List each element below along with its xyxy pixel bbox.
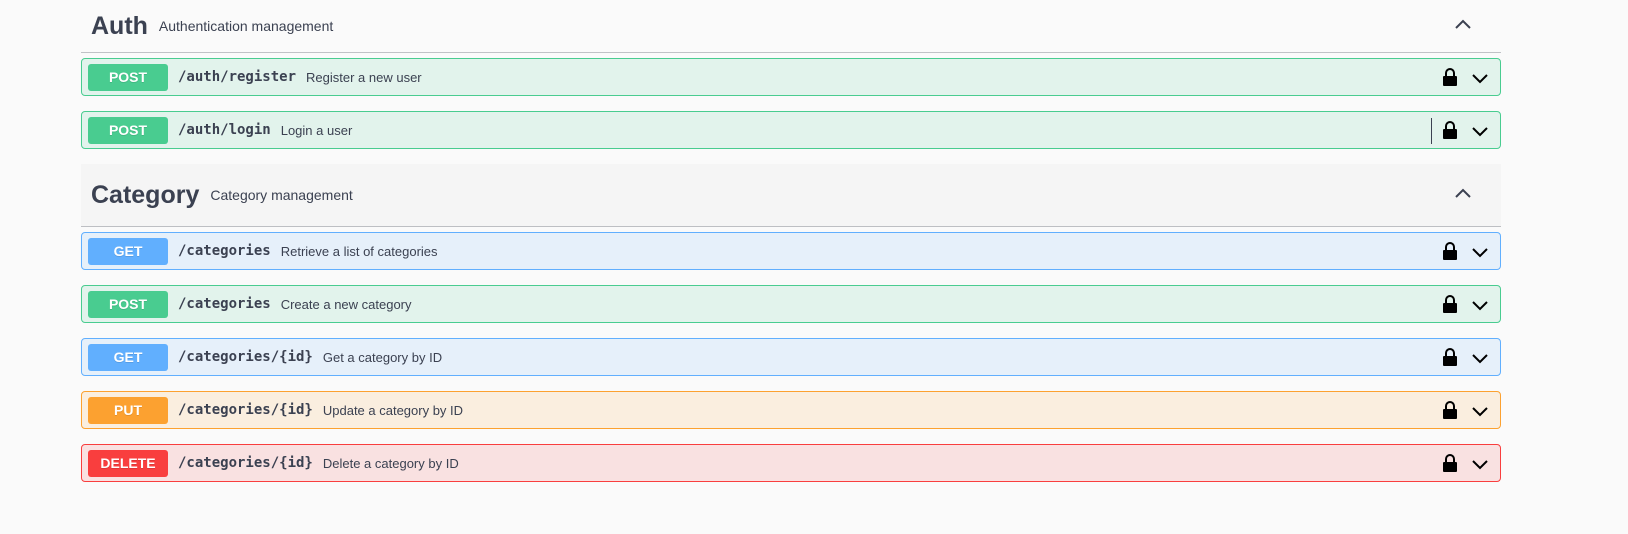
tag-header-auth[interactable]: Auth Authentication management [81, 0, 1501, 53]
lock-icon[interactable] [1442, 294, 1458, 314]
lock-icon[interactable] [1442, 453, 1458, 473]
lock-icon[interactable] [1442, 120, 1458, 140]
tag-header-category[interactable]: Category Category management [81, 164, 1501, 227]
method-badge: GET [88, 343, 168, 371]
operation-summary: Get a category by ID [322, 349, 443, 365]
chevron-up-icon[interactable] [1453, 183, 1473, 203]
operation-path: /categories [178, 243, 271, 259]
operation-summary: Update a category by ID [322, 402, 464, 418]
operation-path: /categories/{id} [178, 455, 313, 471]
operation-path: /auth/login [178, 122, 271, 138]
api-operations-list: Auth Authentication management POST /aut… [81, 0, 1501, 482]
operation-get-categories[interactable]: GET /categories Retrieve a list of categ… [81, 232, 1501, 270]
operation-path: /auth/register [178, 69, 297, 85]
lock-icon[interactable] [1442, 67, 1458, 87]
operation-summary: Create a new category [280, 296, 412, 312]
method-badge: POST [88, 116, 168, 144]
chevron-up-icon[interactable] [1453, 14, 1473, 34]
chevron-down-icon[interactable] [1470, 295, 1490, 315]
operation-path: /categories/{id} [178, 349, 313, 365]
lock-icon[interactable] [1442, 400, 1458, 420]
operation-put-category-by-id[interactable]: PUT /categories/{id} Update a category b… [81, 391, 1501, 429]
lock-icon[interactable] [1442, 241, 1458, 261]
chevron-down-icon[interactable] [1470, 242, 1490, 262]
tag-description: Authentication management [158, 18, 334, 34]
chevron-down-icon[interactable] [1470, 348, 1490, 368]
method-badge: DELETE [88, 449, 168, 477]
operation-path: /categories/{id} [178, 402, 313, 418]
tag-description: Category management [210, 187, 353, 203]
operation-summary: Delete a category by ID [322, 455, 459, 471]
operation-delete-category-by-id[interactable]: DELETE /categories/{id} Delete a categor… [81, 444, 1501, 482]
chevron-down-icon[interactable] [1470, 68, 1490, 88]
divider [1431, 118, 1432, 144]
method-badge: GET [88, 237, 168, 265]
method-badge: POST [88, 63, 168, 91]
operation-summary: Login a user [280, 122, 353, 138]
operation-path: /categories [178, 296, 271, 312]
lock-icon[interactable] [1442, 347, 1458, 367]
method-badge: POST [88, 290, 168, 318]
operation-summary: Retrieve a list of categories [280, 243, 438, 259]
chevron-down-icon[interactable] [1470, 454, 1490, 474]
operation-post-categories[interactable]: POST /categories Create a new category [81, 285, 1501, 323]
tag-name: Category [91, 180, 200, 209]
operation-summary: Register a new user [306, 69, 422, 85]
chevron-down-icon[interactable] [1470, 401, 1490, 421]
chevron-down-icon[interactable] [1470, 121, 1490, 141]
operation-get-category-by-id[interactable]: GET /categories/{id} Get a category by I… [81, 338, 1501, 376]
operation-post-auth-login[interactable]: POST /auth/login Login a user [81, 111, 1501, 149]
method-badge: PUT [88, 396, 168, 424]
operation-post-auth-register[interactable]: POST /auth/register Register a new user [81, 58, 1501, 96]
tag-name: Auth [91, 11, 148, 40]
